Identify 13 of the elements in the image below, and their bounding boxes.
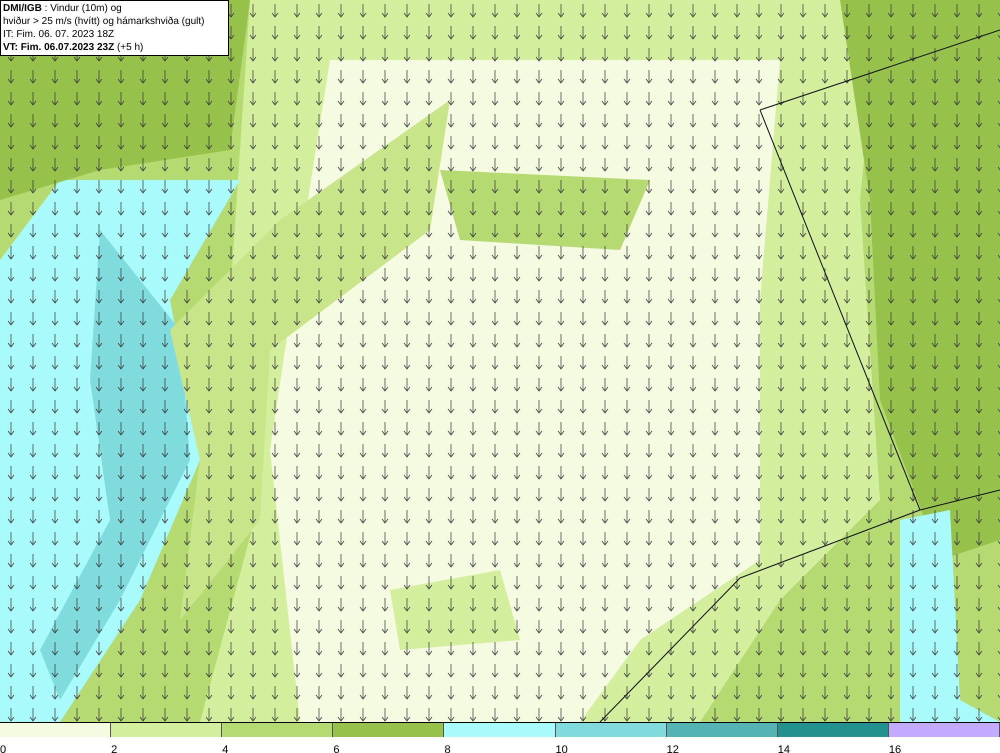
legend-tick-label: 8 [444, 744, 451, 753]
legend-tick-label: 12 [666, 744, 679, 753]
legend-tick-label: 2 [111, 744, 118, 753]
legend-tick-label: 10 [556, 744, 568, 753]
title-text: IT: Fim. 06. 07. 2023 18Z [3, 28, 116, 41]
legend-tick-label: 4 [222, 744, 228, 753]
legend-tick-label: 16 [888, 744, 902, 753]
legend-tick-label: 0 [0, 744, 6, 753]
legend-tick-label: 6 [333, 744, 340, 753]
title-text: DMI/IGB : Vindur (10m) og [3, 2, 123, 15]
legend-tick-label: 14 [778, 744, 790, 753]
title-text: hviður > 25 m/s (hvítt) og hámarkshviða (gult) [3, 15, 206, 28]
title-text: VT: Fim. 06.07.2023 23Z (+5 h) [3, 41, 144, 54]
